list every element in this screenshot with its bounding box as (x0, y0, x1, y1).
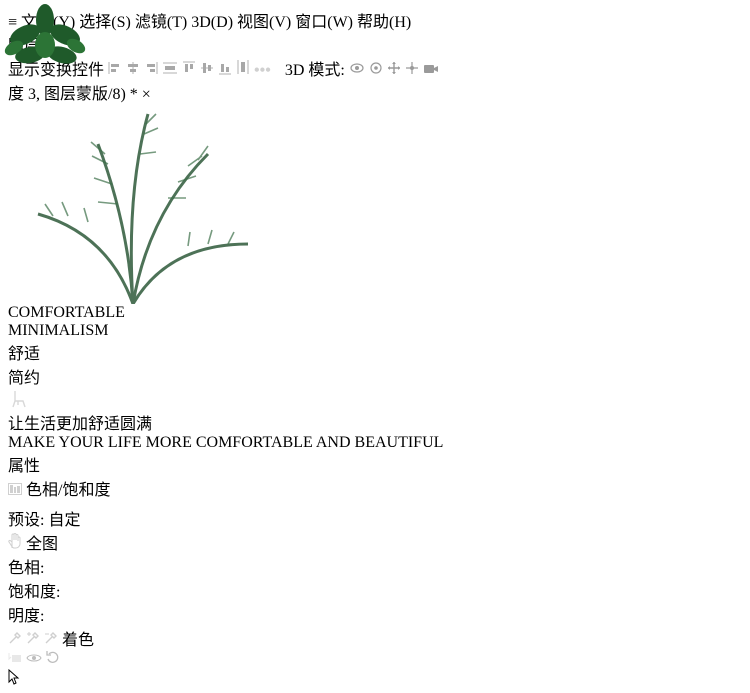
palm-plant-image (37, 113, 249, 305)
preset-select[interactable]: 自定 (48, 512, 80, 529)
properties-panel: 属性 色相/饱和度 预设: 自定 全图 色相: 饱和度: 明度: 着色 (8, 452, 742, 669)
hue-label: 色相: (8, 560, 45, 577)
document-tab-title: 度 3, 图层蒙版/8) * (8, 86, 138, 103)
menu-item-filter[interactable]: 滤镜(T) (135, 14, 187, 31)
reset-icon[interactable] (46, 651, 60, 668)
close-icon[interactable]: × (142, 86, 151, 103)
tagline-en-line-1: COMFORTABLE (8, 304, 125, 321)
document-canvas[interactable]: COMFORTABLE MINIMALISM 舒适 简约 让生活更加舒适圆满 M… (4, 4, 742, 452)
lightness-label: 明度: (8, 608, 45, 625)
adjustment-header: 色相/饱和度 (8, 476, 742, 500)
preset-label: 预设: (8, 512, 45, 529)
document-tab-bar: 度 3, 图层蒙版/8) * × (8, 80, 742, 104)
eyedropper-icon[interactable] (8, 632, 26, 649)
colorize-label: 着色 (62, 632, 95, 649)
align-vertical-center-icon[interactable] (200, 62, 214, 79)
artwork-title-line-2: 简约 (8, 370, 41, 387)
eyedropper-row: 着色 (8, 626, 742, 650)
tagline-en: COMFORTABLE MINIMALISM (8, 304, 742, 340)
align-bottom-icon[interactable] (218, 62, 232, 79)
panel-footer (8, 650, 742, 669)
menu-bar: ≡ 文字(Y) 选择(S) 滤镜(T) 3D(D) 视图(V) 窗口(W) 帮助… (8, 8, 742, 32)
lightness-control: 明度: (8, 602, 742, 626)
menu-item-help[interactable]: 帮助(H) (357, 14, 411, 31)
more-options-icon[interactable]: ••• (254, 62, 271, 79)
view-previous-state-button[interactable] (26, 651, 46, 668)
adjustment-layer-icon[interactable] (8, 482, 26, 499)
3d-slide-icon[interactable] (405, 62, 419, 79)
preset-row: 预设: 自定 (8, 506, 742, 530)
channel-select[interactable]: 全图 (26, 536, 58, 553)
3d-roll-icon[interactable] (369, 62, 383, 79)
align-right-icon[interactable] (144, 62, 158, 79)
adjustment-name: 色相/饱和度 (26, 482, 111, 499)
menu-item-window[interactable]: 窗口(W) (295, 14, 353, 31)
saturation-control: 饱和度: (8, 578, 742, 602)
align-horizontal-center-icon[interactable] (126, 62, 140, 79)
options-bar: 图层 ⌄ 显示变换控件 ••• 3D 模式: (8, 32, 742, 80)
subtitle-en: MAKE YOUR LIFE MORE COMFORTABLE AND BEAU… (8, 434, 444, 451)
distribute-vertical-icon[interactable] (236, 60, 250, 79)
subtitle-cn: 让生活更加舒适圆满 (8, 416, 153, 433)
menu-item-3d[interactable]: 3D(D) (191, 14, 233, 31)
document-tab[interactable]: 度 3, 图层蒙版/8) * × (8, 80, 742, 104)
3d-mode-label: 3D 模式: (284, 62, 345, 79)
distribute-icon[interactable] (162, 62, 178, 79)
3d-pan-icon[interactable] (387, 62, 401, 79)
artwork-title-line-1: 舒适 (8, 346, 41, 363)
tagline-en-line-2: MINIMALISM (8, 322, 109, 339)
panel-tab-bar: 属性 (8, 452, 742, 476)
hand-target-icon[interactable] (8, 533, 26, 553)
mouse-cursor-icon (8, 668, 20, 685)
artwork-title: 舒适 简约 (8, 340, 742, 388)
3d-camera-icon[interactable] (423, 62, 439, 79)
clip-to-layer-button[interactable] (8, 651, 26, 668)
channel-row: 全图 (8, 530, 742, 554)
eyedropper-subtract-icon[interactable] (44, 632, 62, 649)
saturation-label: 饱和度: (8, 584, 61, 601)
canvas-workspace: COMFORTABLE MINIMALISM 舒适 简约 让生活更加舒适圆满 M… (4, 4, 742, 452)
properties-body: 色相/饱和度 预设: 自定 全图 色相: 饱和度: 明度: 着色 (8, 476, 742, 650)
hue-control: 色相: (8, 554, 742, 578)
chair-emblem-icon (8, 388, 742, 410)
3d-orbit-icon[interactable] (349, 62, 365, 79)
align-left-icon[interactable] (108, 62, 122, 79)
layer-select-dropdown[interactable]: 图层 ⌄ (8, 32, 742, 56)
tab-properties[interactable]: 属性 (8, 452, 742, 476)
align-top-icon[interactable] (182, 61, 196, 79)
menu-item-view[interactable]: 视图(V) (237, 14, 291, 31)
eyedropper-add-icon[interactable] (26, 632, 44, 649)
